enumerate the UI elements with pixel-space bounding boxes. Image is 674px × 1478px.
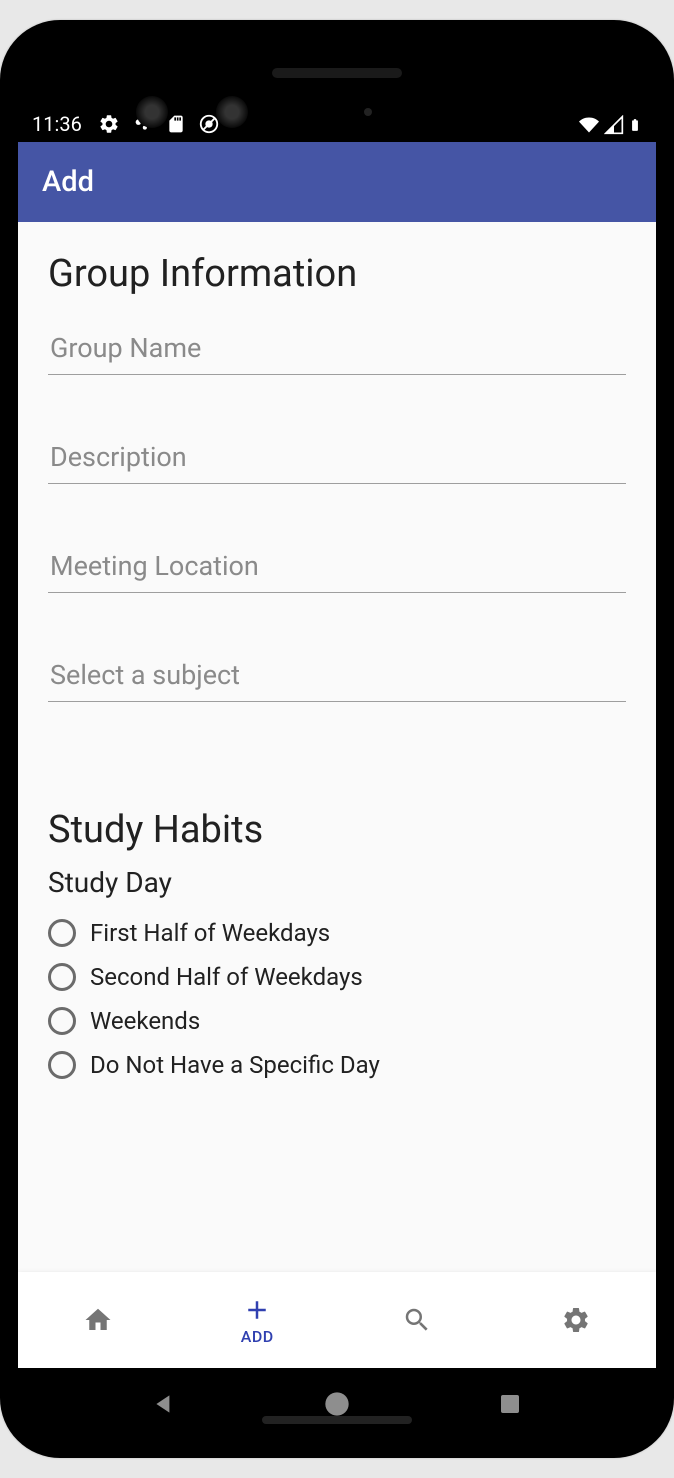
app-bar-title: Add [42, 165, 94, 199]
wifi-icon [578, 115, 600, 135]
phone-speaker-bottom [262, 1416, 412, 1424]
bottom-nav: ADD [18, 1272, 656, 1368]
radio-option-weekends[interactable]: Weekends [48, 999, 626, 1043]
radio-icon [48, 919, 76, 947]
status-bar: 11:36 [18, 38, 656, 142]
radio-option-second-half[interactable]: Second Half of Weekdays [48, 955, 626, 999]
study-day-label: Study Day [48, 866, 626, 899]
phone-frame: 11:36 [0, 20, 674, 1458]
group-name-input[interactable] [48, 324, 626, 375]
status-left: 11:36 [32, 112, 220, 136]
battery-icon [628, 114, 642, 136]
sd-card-icon [166, 114, 186, 134]
phone-screen: 11:36 [18, 38, 656, 1440]
study-day-radio-group: First Half of Weekdays Second Half of We… [48, 911, 626, 1087]
radio-label: Weekends [90, 1007, 200, 1035]
phone-speaker [272, 68, 402, 78]
radio-icon [48, 963, 76, 991]
cellular-icon [604, 115, 624, 135]
description-input[interactable] [48, 433, 626, 484]
nav-settings[interactable] [497, 1272, 657, 1368]
app-bar: Add [18, 142, 656, 222]
radio-icon [48, 1007, 76, 1035]
system-nav [18, 1368, 656, 1440]
nav-add[interactable]: ADD [178, 1272, 338, 1368]
phone-camera [216, 96, 248, 128]
plus-icon [242, 1295, 272, 1325]
status-time: 11:36 [32, 112, 82, 136]
gear-icon [561, 1305, 591, 1335]
content: Group Information Study Habits Study Day… [18, 222, 656, 1272]
radio-label: Do Not Have a Specific Day [90, 1051, 380, 1079]
search-icon [402, 1305, 432, 1335]
study-habits-heading: Study Habits [48, 808, 626, 852]
nav-add-label: ADD [241, 1327, 274, 1346]
meeting-location-input[interactable] [48, 542, 626, 593]
radio-icon [48, 1051, 76, 1079]
home-icon [83, 1305, 113, 1335]
group-information-heading: Group Information [48, 252, 626, 296]
phone-camera [136, 96, 168, 128]
radio-option-no-specific[interactable]: Do Not Have a Specific Day [48, 1043, 626, 1087]
radio-label: Second Half of Weekdays [90, 963, 363, 991]
subject-select[interactable] [48, 651, 626, 702]
status-right [578, 114, 642, 136]
phone-sensor [364, 108, 372, 116]
nav-home[interactable] [18, 1272, 178, 1368]
nav-search[interactable] [337, 1272, 497, 1368]
system-back-button[interactable] [148, 1388, 180, 1420]
system-recent-button[interactable] [494, 1388, 526, 1420]
radio-label: First Half of Weekdays [90, 919, 330, 947]
gear-icon [98, 113, 120, 135]
radio-option-first-half[interactable]: First Half of Weekdays [48, 911, 626, 955]
